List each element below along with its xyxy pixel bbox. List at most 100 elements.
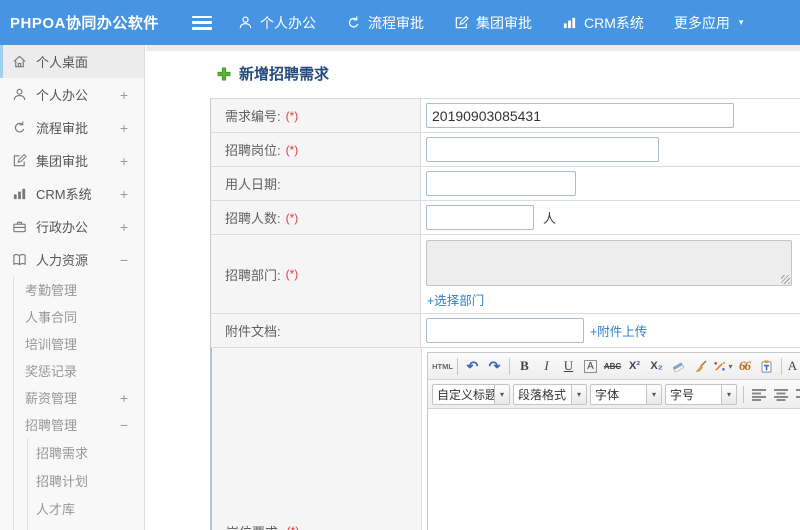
editor-toolbar-top: HTML ↶ ↷ B I U A ABC X² X₂ ▾ 66 A: [428, 353, 800, 380]
custom-title-select[interactable]: 自定义标题 ▾: [432, 383, 510, 405]
align-center-button[interactable]: [772, 385, 791, 404]
menu-icon[interactable]: [192, 15, 212, 30]
chart-icon: [563, 17, 576, 29]
collapse-icon[interactable]: −: [120, 252, 128, 268]
book-icon: [13, 254, 26, 266]
format-brush-button[interactable]: [690, 356, 711, 377]
editor-toolbar-bottom: 自定义标题 ▾ 段落格式 ▾ 字体 ▾ 字号 ▾: [428, 380, 800, 409]
sidebar-item-personal-office[interactable]: 个人办公 +: [0, 78, 144, 111]
attachment-input[interactable]: [426, 318, 584, 343]
paste-text-button[interactable]: [756, 356, 777, 377]
align-right-button[interactable]: [794, 385, 800, 404]
headcount-input[interactable]: [426, 205, 534, 230]
attachment-upload-link[interactable]: +附件上传: [590, 321, 647, 340]
font-family-select[interactable]: 字体 ▾: [590, 383, 662, 405]
sidebar-item-group-approval[interactable]: 集团审批 +: [0, 144, 144, 177]
align-center-icon: [774, 388, 788, 401]
caret-down-icon: ▾: [738, 17, 744, 27]
paragraph-format-select[interactable]: 段落格式 ▾: [513, 383, 587, 405]
blockquote-button[interactable]: 66: [734, 356, 755, 377]
field-label: 岗位要求:: [226, 522, 282, 530]
sidebar-item-process-approval[interactable]: 流程审批 +: [0, 111, 144, 144]
bold-button[interactable]: B: [514, 356, 535, 377]
required-mark: (*): [287, 524, 300, 530]
sidebar-item-talent-pool[interactable]: 人才库: [28, 494, 144, 522]
sidebar-item-crm[interactable]: CRM系统 +: [0, 177, 144, 210]
sidebar-item-recruit-demand[interactable]: 招聘需求: [28, 438, 144, 466]
edit-icon: [455, 15, 469, 29]
required-mark: (*): [285, 108, 299, 123]
select-department-link[interactable]: +选择部门: [427, 290, 484, 309]
font-color-button[interactable]: A▾: [786, 356, 800, 377]
field-label: 用人日期:: [225, 177, 281, 192]
align-left-button[interactable]: [750, 385, 769, 404]
expand-icon[interactable]: +: [120, 153, 128, 169]
hr-submenu: 考勤管理 人事合同 培训管理 奖惩记录 薪资管理 + 招聘管理 − 招聘需求 招聘计…: [13, 276, 144, 530]
underline-button[interactable]: U: [558, 356, 579, 377]
position-input[interactable]: [426, 137, 659, 162]
expand-icon[interactable]: +: [120, 186, 128, 202]
nav-crm-system[interactable]: CRM系统: [562, 13, 644, 33]
expand-icon[interactable]: +: [120, 87, 128, 103]
department-textarea[interactable]: [426, 240, 792, 286]
caret-down-icon: ▾: [494, 384, 509, 404]
form-row-requirements: 岗位要求: (*) HTML ↶ ↷ B I U A ABC X²: [210, 348, 800, 530]
eraser-button[interactable]: [668, 356, 689, 377]
form-row-department: 招聘部门: (*) +选择部门: [210, 235, 800, 314]
sidebar-item-rewards[interactable]: 奖惩记录: [14, 357, 144, 384]
required-mark: (*): [285, 210, 299, 225]
color-pen-button[interactable]: ▾: [712, 356, 733, 377]
demand-no-input[interactable]: [426, 103, 734, 128]
caret-down-icon: ▾: [728, 361, 733, 371]
expand-icon[interactable]: +: [120, 219, 128, 235]
add-icon: [217, 67, 231, 80]
color-pen-icon: [714, 361, 726, 371]
sidebar-item-hr-contract[interactable]: 人事合同: [14, 303, 144, 330]
top-nav: 个人办公 流程审批 集团审批 CRM系统 更多应用 ▾: [238, 13, 773, 33]
app-logo: PHPOA协同办公软件: [10, 15, 159, 32]
font-size-select[interactable]: 字号 ▾: [665, 383, 737, 405]
sidebar-item-salary[interactable]: 薪资管理 +: [14, 384, 144, 411]
process-icon: [348, 16, 359, 28]
sidebar-item-admin-office[interactable]: 行政办公 +: [0, 210, 144, 243]
sidebar-item-attendance[interactable]: 考勤管理: [14, 276, 144, 303]
collapse-icon[interactable]: −: [120, 417, 128, 433]
form-row-demand-no: 需求编号: (*): [210, 99, 800, 133]
chart-icon: [13, 188, 26, 200]
align-left-icon: [752, 388, 766, 401]
required-mark: (*): [285, 142, 299, 157]
paste-text-icon: [761, 359, 772, 373]
nav-more-apps[interactable]: 更多应用 ▾: [674, 13, 744, 33]
sidebar-item-desktop[interactable]: 个人桌面: [0, 45, 144, 78]
home-icon: [13, 55, 26, 68]
editor-content-area[interactable]: [428, 409, 800, 530]
caret-down-icon: ▾: [571, 384, 586, 404]
strikethrough-button[interactable]: ABC: [602, 356, 623, 377]
sidebar-item-recruit-mgmt[interactable]: 招聘管理 −: [14, 411, 144, 438]
hiring-date-input[interactable]: [426, 171, 576, 196]
html-source-button[interactable]: HTML: [432, 356, 453, 377]
resize-grip-icon[interactable]: [781, 275, 790, 284]
recruit-demand-form: 需求编号: (*) 招聘岗位: (*) 用人日期: 招聘人数: (*) 人: [210, 98, 800, 530]
font-border-button[interactable]: A: [580, 356, 601, 377]
subscript-button[interactable]: X₂: [646, 356, 667, 377]
italic-button[interactable]: I: [536, 356, 557, 377]
process-icon: [14, 121, 25, 133]
sidebar-item-training[interactable]: 培训管理: [14, 330, 144, 357]
nav-process-approval[interactable]: 流程审批: [346, 13, 424, 33]
form-row-date: 用人日期:: [210, 167, 800, 201]
edit-icon: [13, 153, 27, 167]
field-label: 招聘人数:: [225, 211, 281, 226]
expand-icon[interactable]: +: [120, 120, 128, 136]
nav-group-approval[interactable]: 集团审批: [454, 13, 532, 33]
redo-button[interactable]: ↷: [484, 356, 505, 377]
form-row-position: 招聘岗位: (*): [210, 133, 800, 167]
sidebar-item-hr[interactable]: 人力资源 −: [0, 243, 144, 276]
superscript-button[interactable]: X²: [624, 356, 645, 377]
nav-personal-office[interactable]: 个人办公: [238, 13, 316, 33]
expand-icon[interactable]: +: [120, 390, 128, 406]
top-bar: PHPOA协同办公软件 个人办公 流程审批 集团审批 CRM系统 更多应用 ▾: [0, 0, 800, 45]
sidebar-item-recruit-plan[interactable]: 招聘计划: [28, 466, 144, 494]
undo-button[interactable]: ↶: [462, 356, 483, 377]
sidebar: 个人桌面 个人办公 + 流程审批 + 集团审批 + CRM系统 + 行政办公 +…: [0, 45, 145, 530]
